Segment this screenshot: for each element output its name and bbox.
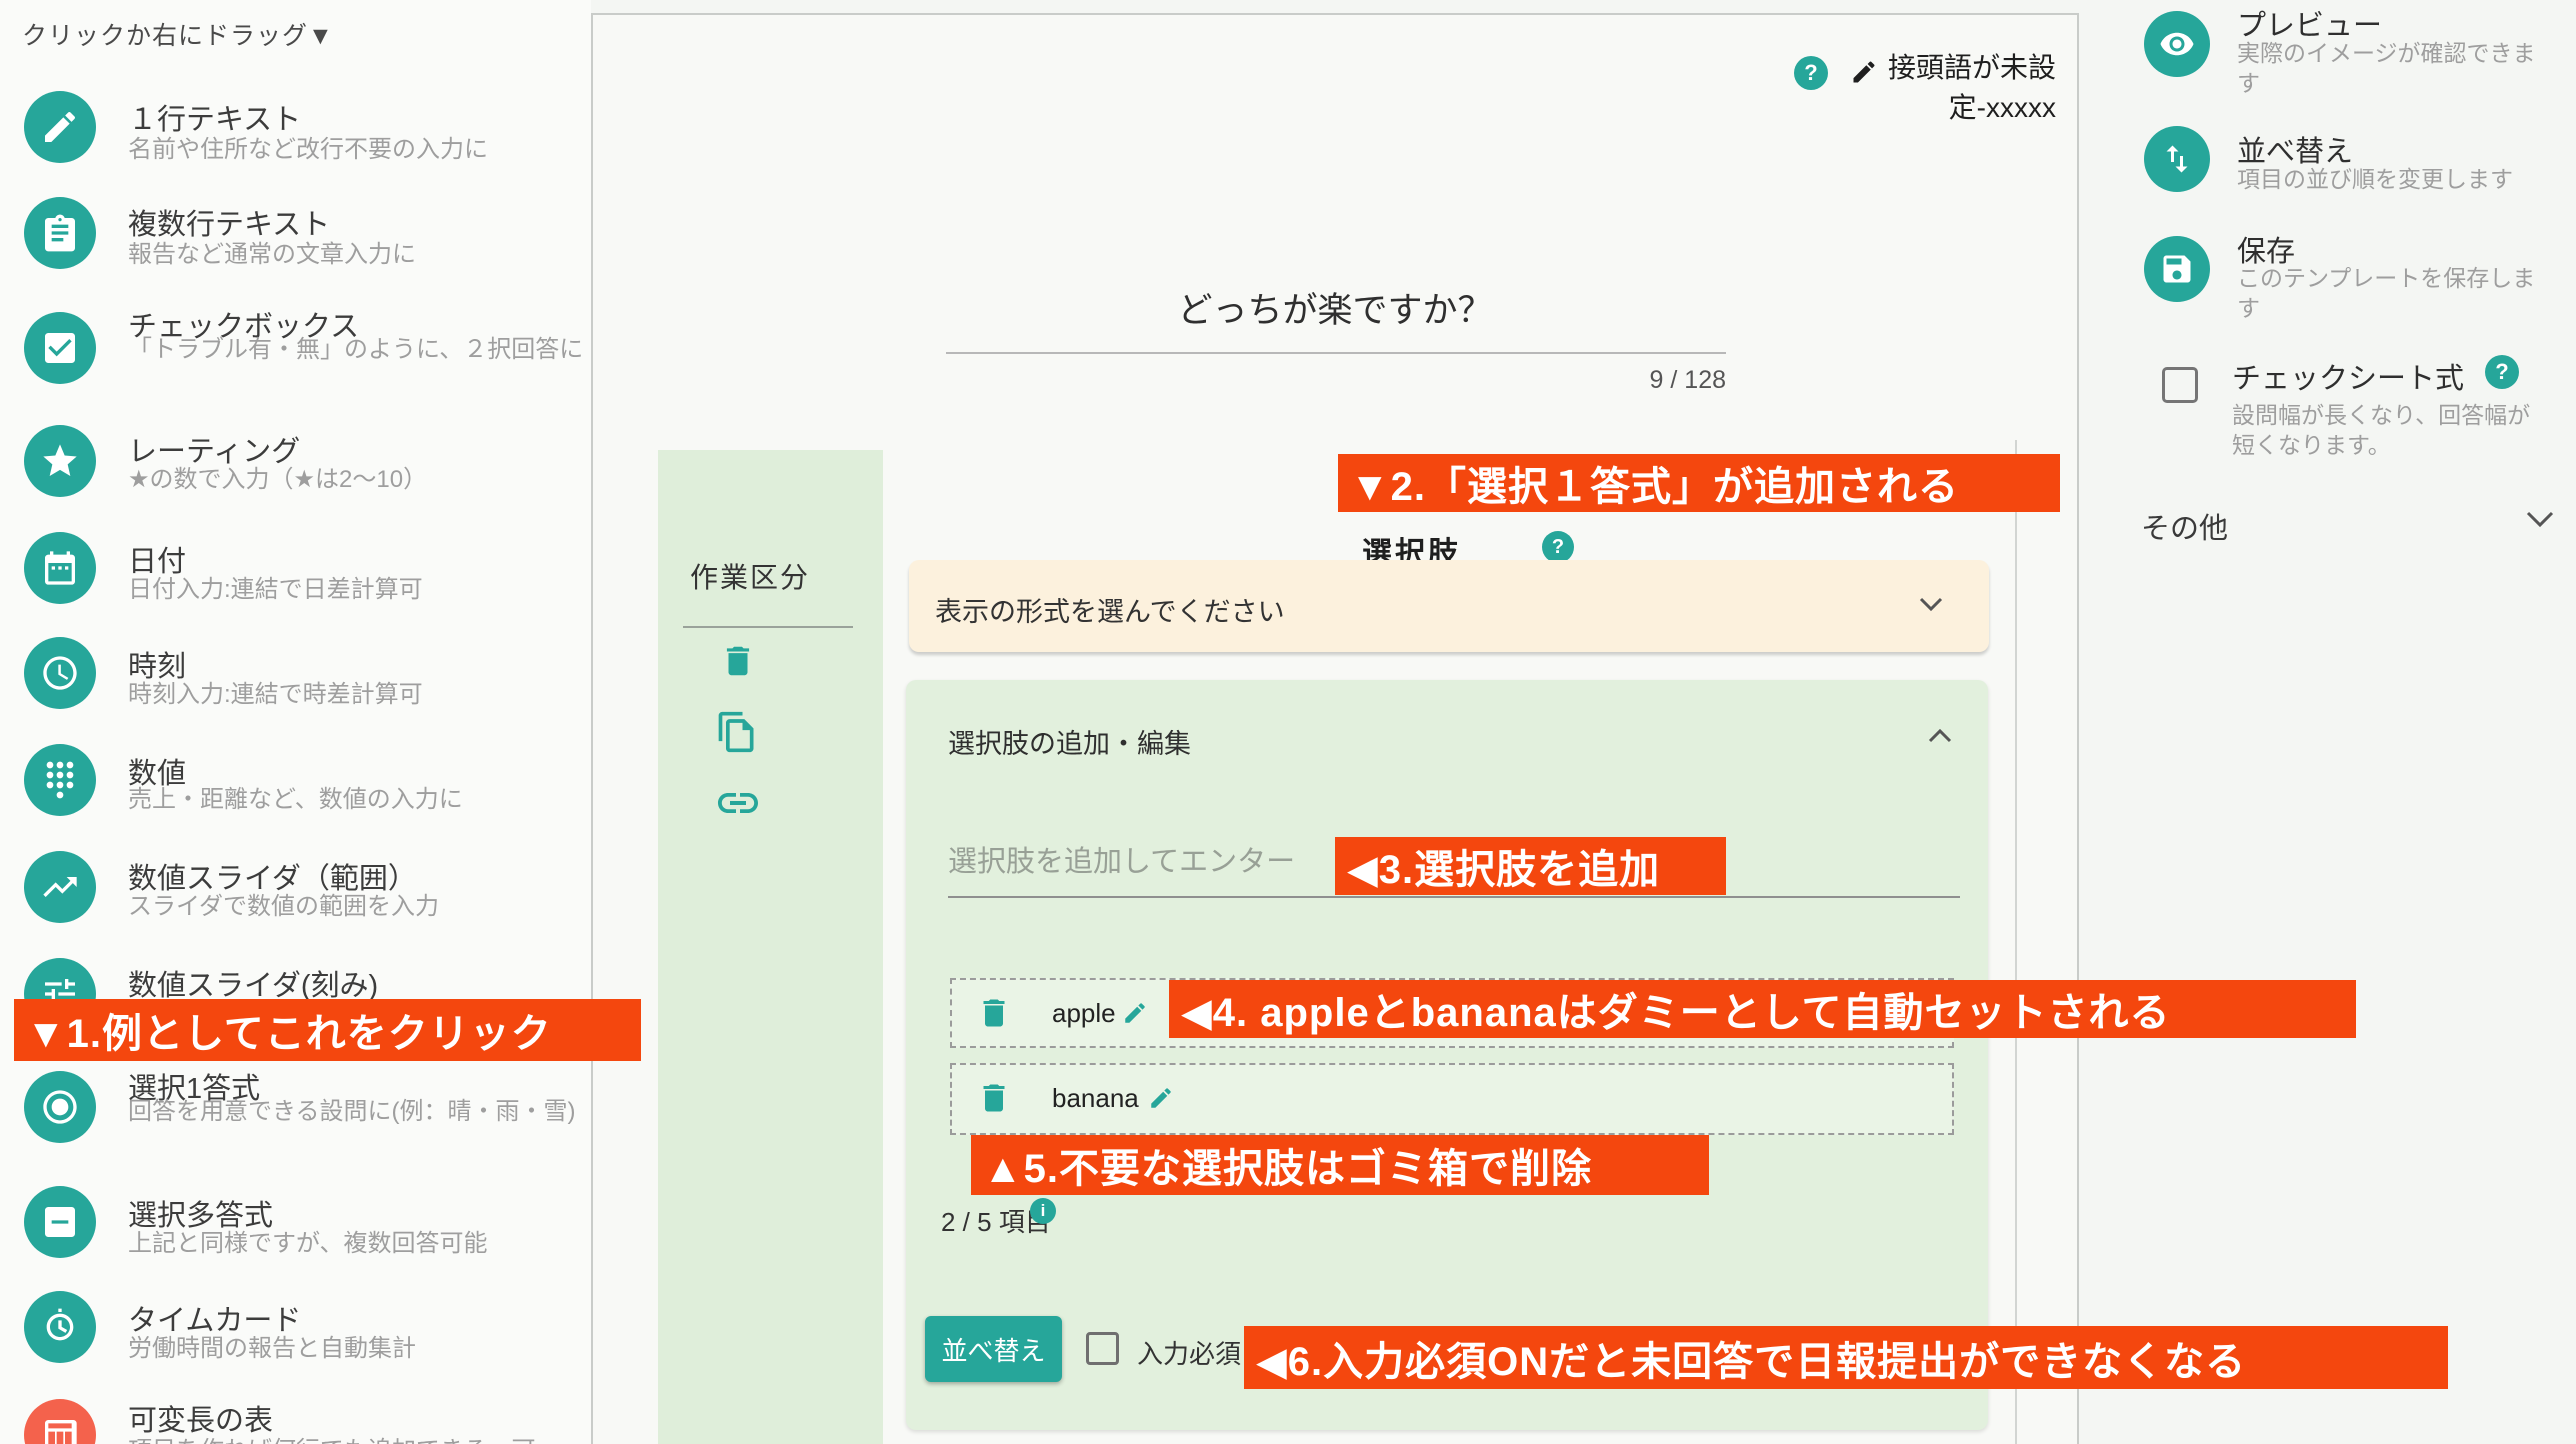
swap-vertical-icon bbox=[2144, 126, 2210, 192]
edit-choice-icon[interactable] bbox=[1122, 1000, 1148, 1026]
display-format-placeholder: 表示の形式を選んでください bbox=[935, 590, 1285, 629]
choice-value: apple bbox=[1052, 998, 1116, 1029]
help-icon[interactable]: ? bbox=[1794, 56, 1828, 90]
add-choice-input[interactable]: 選択肢を追加してエンター bbox=[948, 838, 1295, 880]
eye-icon bbox=[2144, 11, 2210, 77]
palette-item-desc: 「トラブル有・無」のように、２択回答に bbox=[128, 334, 598, 365]
action-desc: このテンプレートを保存します bbox=[2237, 263, 2547, 323]
dialpad-icon bbox=[24, 744, 96, 816]
delete-choice-icon[interactable] bbox=[976, 995, 1012, 1031]
clock-icon bbox=[24, 637, 96, 709]
palette-item-title: 数値スライダ(刻み) bbox=[128, 962, 378, 1004]
save-icon bbox=[2144, 236, 2210, 302]
choice-row: banana bbox=[950, 1063, 1954, 1135]
chevron-up-icon[interactable] bbox=[1926, 726, 1954, 746]
chevron-down-icon bbox=[1917, 594, 1945, 614]
content-divider-line bbox=[2015, 440, 2017, 1444]
checkbox-icon bbox=[24, 312, 96, 384]
delete-choice-icon[interactable] bbox=[976, 1080, 1012, 1116]
timer-icon bbox=[24, 1291, 96, 1363]
annotation-step4: ◀4. appleとbananaはダミーとして自動セットされる bbox=[1169, 980, 2356, 1038]
trash-icon bbox=[719, 642, 757, 680]
palette-item-desc: 売上・距離など、数値の入力に bbox=[128, 784, 598, 815]
prefix-note-line1: 接頭語が未設 bbox=[1882, 48, 2056, 88]
table-icon bbox=[24, 1399, 96, 1444]
palette-header: クリックか右にドラッグ▼ bbox=[22, 16, 334, 52]
palette-item-desc: 回答を用意できる設問に(例：晴・雨・雪) bbox=[128, 1096, 598, 1127]
action-desc: 実際のイメージが確認できます bbox=[2237, 38, 2547, 98]
title-underline bbox=[946, 352, 1726, 354]
required-label: 入力必須 bbox=[1137, 1334, 1241, 1371]
star-icon bbox=[24, 425, 96, 497]
chevron-down-icon[interactable] bbox=[2523, 507, 2557, 531]
palette-item-desc: 日付入力:連結で日差計算可 bbox=[128, 574, 598, 605]
trending-up-icon bbox=[24, 851, 96, 923]
checksheet-title: チェックシート式 bbox=[2232, 355, 2464, 397]
category-divider bbox=[683, 626, 853, 628]
link-question-button[interactable] bbox=[713, 778, 763, 828]
question-category-column: 作業区分 bbox=[658, 450, 883, 1444]
delete-question-button[interactable] bbox=[717, 640, 759, 682]
link-icon bbox=[714, 779, 762, 827]
prefix-note[interactable]: 接頭語が未設 定-xxxxx bbox=[1882, 48, 2056, 128]
checksheet-help-icon[interactable]: ? bbox=[2485, 355, 2519, 389]
calendar-icon bbox=[24, 532, 96, 604]
checksheet-desc: 設問幅が長くなり、回答幅が短くなります。 bbox=[2232, 400, 2542, 460]
add-choice-underline bbox=[948, 896, 1960, 898]
copy-icon bbox=[715, 710, 759, 754]
others-label: その他 bbox=[2141, 513, 2228, 545]
action-desc: 項目の並び順を変更します bbox=[2237, 164, 2547, 194]
radio-icon bbox=[24, 1071, 96, 1143]
copy-question-button[interactable] bbox=[713, 708, 761, 756]
palette-item-title: 複数行テキスト bbox=[128, 201, 330, 243]
choices-help-icon[interactable]: ? bbox=[1542, 531, 1574, 563]
prefix-note-line2: 定-xxxxx bbox=[1882, 88, 2056, 128]
palette-item-desc: 時刻入力:連結で時差計算可 bbox=[128, 679, 598, 710]
choices-edit-panel: 選択肢の追加・編集 選択肢を追加してエンター apple banana 2 / … bbox=[906, 680, 1988, 1430]
field-palette-sidebar: クリックか右にドラッグ▼ １行テキスト 名前や住所など改行不要の入力に 複数行テ… bbox=[0, 0, 591, 1444]
annotation-step3: ◀3.選択肢を追加 bbox=[1335, 837, 1726, 895]
palette-item-desc: 上記と同様ですが、複数回答可能 bbox=[128, 1228, 598, 1259]
multi-select-icon bbox=[24, 1186, 96, 1258]
palette-item-desc: スライダで数値の範囲を入力 bbox=[128, 891, 598, 922]
annotation-step5: ▲5.不要な選択肢はゴミ箱で削除 bbox=[971, 1135, 1709, 1195]
category-label: 作業区分 bbox=[690, 556, 810, 596]
sort-choices-button[interactable]: 並べ替え bbox=[925, 1316, 1062, 1382]
palette-item-desc: 労働時間の報告と自動集計 bbox=[128, 1333, 598, 1364]
title-char-counter: 9 / 128 bbox=[946, 366, 1726, 395]
edit-prefix-icon[interactable] bbox=[1850, 58, 1878, 86]
palette-item-title: 可変長の表 bbox=[128, 1397, 273, 1439]
annotation-step2: ▼2.「選択１答式」が追加される bbox=[1338, 454, 2060, 512]
palette-item-desc: 名前や住所など改行不要の入力に bbox=[128, 134, 598, 165]
required-checkbox[interactable] bbox=[1086, 1332, 1119, 1365]
palette-item-desc: 項目を作れば何行でも追加できる、可 bbox=[128, 1435, 598, 1444]
template-title-input[interactable]: どっちが楽ですか？ bbox=[1177, 282, 1492, 333]
choices-edit-header: 選択肢の追加・編集 bbox=[948, 722, 1191, 761]
others-section-toggle[interactable]: その他 bbox=[2141, 505, 2228, 547]
edit-choice-icon[interactable] bbox=[1148, 1085, 1174, 1111]
palette-item-desc: 報告など通常の文章入力に bbox=[128, 239, 598, 270]
info-icon[interactable]: i bbox=[1030, 1198, 1056, 1224]
pencil-icon bbox=[24, 91, 96, 163]
palette-item-desc: ★の数で入力（★は2〜10） bbox=[128, 464, 598, 495]
choice-value: banana bbox=[1052, 1083, 1139, 1114]
display-format-select[interactable]: 表示の形式を選んでください bbox=[909, 560, 1989, 652]
annotation-step6: ◀6.入力必須ONだと未回答で日報提出ができなくなる bbox=[1244, 1326, 2448, 1389]
palette-item-title: １行テキスト bbox=[128, 96, 301, 138]
clipboard-icon bbox=[24, 197, 96, 269]
checksheet-checkbox[interactable] bbox=[2162, 367, 2198, 403]
annotation-step1: ▼1.例としてこれをクリック bbox=[14, 999, 641, 1061]
template-editor-screen: クリックか右にドラッグ▼ １行テキスト 名前や住所など改行不要の入力に 複数行テ… bbox=[0, 0, 2576, 1444]
